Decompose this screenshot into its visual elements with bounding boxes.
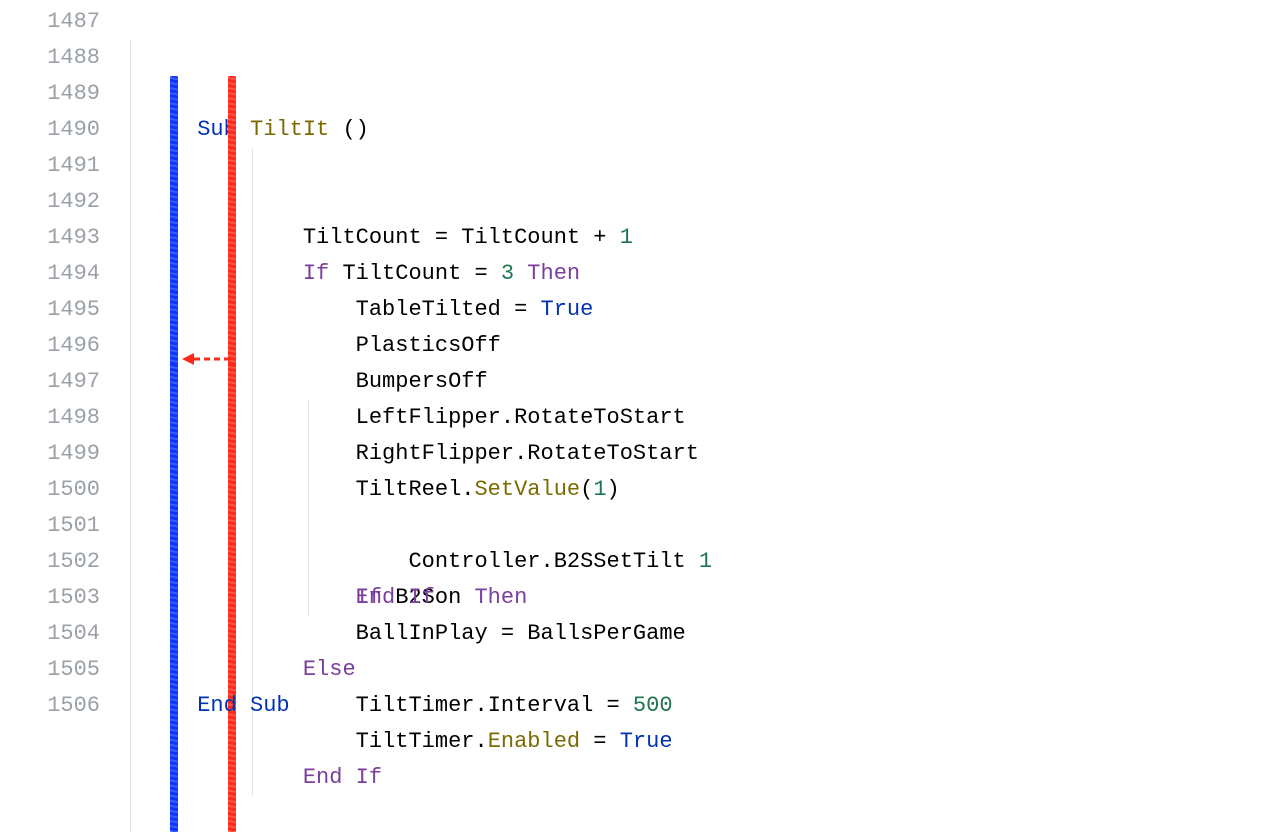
line-number: 1502	[0, 544, 118, 580]
line-number: 1494	[0, 256, 118, 292]
code-line: 1500 BallInPlay = BallsPerGame	[0, 472, 1280, 508]
line-number: 1500	[0, 472, 118, 508]
line-number: 1505	[0, 652, 118, 688]
code-editor: 1487 1488 Sub TiltIt () 1489 TiltCount =…	[0, 0, 1280, 724]
code-line: 1501 Else	[0, 508, 1280, 544]
code-line: 1487	[0, 4, 1280, 40]
line-number: 1495	[0, 292, 118, 328]
code-line: 1489 TiltCount = TiltCount + 1	[0, 76, 1280, 112]
code-line: 1497 If B2Son Then	[0, 364, 1280, 400]
line-number: 1492	[0, 184, 118, 220]
line-number: 1503	[0, 580, 118, 616]
code-line: 1495 RightFlipper.RotateToStart	[0, 292, 1280, 328]
line-number: 1487	[0, 4, 118, 40]
code-line: 1503 TiltTimer.Enabled = True	[0, 580, 1280, 616]
code-line: 1504 End If	[0, 616, 1280, 652]
line-number: 1498	[0, 400, 118, 436]
code-line: 1492 PlasticsOff	[0, 184, 1280, 220]
line-number: 1497	[0, 364, 118, 400]
line-number: 1504	[0, 616, 118, 652]
code-line: 1496 TiltReel.SetValue(1)	[0, 328, 1280, 364]
line-number: 1490	[0, 112, 118, 148]
code-line: 1493 BumpersOff	[0, 220, 1280, 256]
indent	[197, 765, 303, 790]
line-number: 1493	[0, 220, 118, 256]
code-line: 1499 End If	[0, 436, 1280, 472]
line-number: 1501	[0, 508, 118, 544]
line-number: 1489	[0, 76, 118, 112]
code-line: 1490 If TiltCount = 3 Then	[0, 112, 1280, 148]
code-line: 1494 LeftFlipper.RotateToStart	[0, 256, 1280, 292]
code-line: 1498 Controller.B2SSetTilt 1	[0, 400, 1280, 436]
code-line: 1488 Sub TiltIt ()	[0, 40, 1280, 76]
line-number: 1499	[0, 436, 118, 472]
keyword-endif: End If	[303, 765, 382, 790]
code-line: 1491 TableTilted = True	[0, 148, 1280, 184]
code-line: 1502 TiltTimer.Interval = 500	[0, 544, 1280, 580]
line-number: 1488	[0, 40, 118, 76]
line-number: 1491	[0, 148, 118, 184]
line-number: 1496	[0, 328, 118, 364]
code-line: 1505 End Sub	[0, 652, 1280, 688]
